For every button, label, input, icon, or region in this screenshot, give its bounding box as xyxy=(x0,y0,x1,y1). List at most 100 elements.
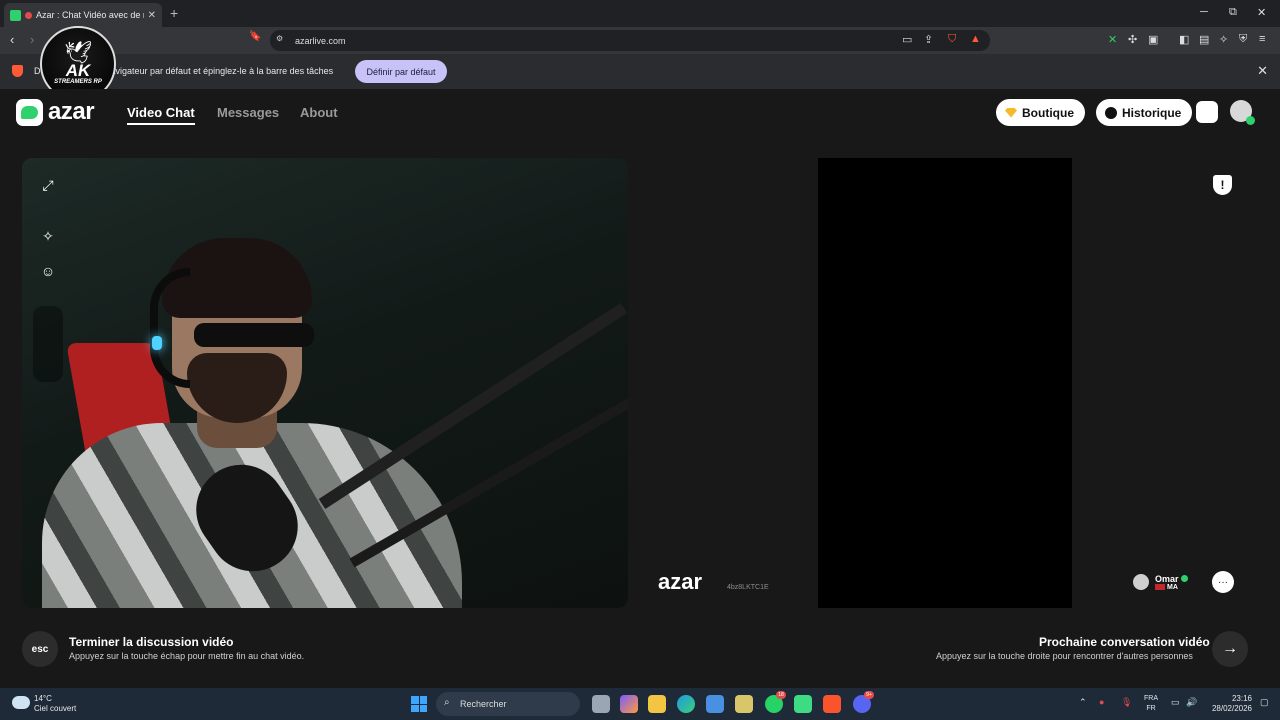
wallet-icon[interactable]: ▤ xyxy=(1199,33,1209,46)
windows-start-icon[interactable] xyxy=(411,696,427,712)
tab-title: Azar : Chat Vidéo avec de no xyxy=(36,10,144,20)
brave-shield-icon[interactable]: ⛉ xyxy=(948,33,956,46)
verified-icon xyxy=(1180,574,1188,582)
temperature: 14°C xyxy=(34,694,52,703)
url-text: azarlive.com xyxy=(295,35,346,46)
store-icon[interactable] xyxy=(706,695,724,713)
brave-rewards-icon[interactable]: ▲ xyxy=(970,33,981,45)
eagle-icon: 🕊 xyxy=(64,40,92,65)
copilot-icon[interactable] xyxy=(620,695,638,713)
language-indicator[interactable]: FRA FR xyxy=(1144,694,1158,714)
session-id: 4bz8LKTC1E xyxy=(727,584,769,591)
brave-browser-icon[interactable] xyxy=(823,695,841,713)
forward-arrow-icon[interactable]: › xyxy=(30,32,34,47)
leo-ai-icon[interactable]: ✧ xyxy=(1219,33,1228,46)
clock-date: 28/02/2026 xyxy=(1211,704,1252,713)
extensions-puzzle-icon[interactable]: ✣ xyxy=(1128,33,1137,46)
azar-logo-icon[interactable] xyxy=(16,99,43,126)
extension-icon[interactable]: ✕ xyxy=(1108,33,1117,46)
browser-tab-strip: Azar : Chat Vidéo avec de no ✕ + ─ ⧉ ✕ xyxy=(0,0,1280,27)
brave-logo-icon xyxy=(12,65,23,77)
clock-time: 23:16 xyxy=(1231,694,1252,703)
windows-taskbar: 14°C Ciel couvert ⌕ Rechercher 18 9+ ⌃ ●… xyxy=(0,688,1280,720)
back-arrow-icon[interactable]: ‹ xyxy=(10,32,14,47)
online-status-icon xyxy=(1246,116,1255,125)
esc-key-button[interactable]: esc xyxy=(22,631,58,667)
whatsapp-badge: 18 xyxy=(776,691,786,699)
default-browser-banner: Dme navigateur par défaut et épinglez-le… xyxy=(0,54,1280,89)
site-info-icon[interactable]: ⚙ xyxy=(276,34,283,43)
minimize-button[interactable]: ─ xyxy=(1200,6,1208,18)
azar-watermark: azar xyxy=(658,569,703,594)
face-filter-icon[interactable]: ☺ xyxy=(33,256,63,286)
nav-video-chat[interactable]: Video Chat xyxy=(127,105,195,125)
next-chat-button[interactable]: → xyxy=(1212,631,1248,667)
taskbar-search[interactable]: ⌕ Rechercher xyxy=(436,692,580,716)
cloud-icon[interactable] xyxy=(12,696,30,709)
microphone-icon[interactable]: 🎙 xyxy=(1121,697,1132,708)
cast-icon[interactable]: ▭ xyxy=(902,33,912,46)
end-chat-title: Terminer la discussion vidéo xyxy=(69,635,234,649)
menu-icon[interactable]: ≡ xyxy=(1259,33,1265,45)
tray-overflow-icon[interactable]: ⌃ xyxy=(1079,697,1087,708)
video-tools xyxy=(33,306,63,382)
profile-avatar[interactable] xyxy=(1230,100,1255,125)
network-icon[interactable]: ▭ xyxy=(1171,697,1180,708)
recording-indicator-icon xyxy=(25,11,32,19)
notification-icon[interactable]: ▢ xyxy=(1260,697,1269,708)
clock-icon xyxy=(1105,106,1117,119)
tray-app-icon[interactable]: ● xyxy=(1099,697,1104,707)
effects-wand-icon[interactable]: ✧ xyxy=(33,221,63,251)
share-icon[interactable]: ⇪ xyxy=(924,33,933,46)
reader-icon[interactable]: ▣ xyxy=(1148,33,1158,46)
local-video xyxy=(22,158,628,608)
peer-avatar xyxy=(1133,574,1149,590)
task-view-icon[interactable] xyxy=(592,695,610,713)
vpn-icon[interactable]: ⛨ xyxy=(1239,33,1247,46)
peer-country: MA xyxy=(1167,583,1178,591)
nav-about[interactable]: About xyxy=(300,105,338,120)
edge-icon[interactable] xyxy=(677,695,695,713)
search-label: Rechercher xyxy=(460,699,507,709)
azar-logo-text[interactable]: azar xyxy=(48,98,95,126)
tab-close-button[interactable]: ✕ xyxy=(148,10,156,21)
shop-button[interactable]: Boutique xyxy=(996,99,1085,126)
peer-name: Omar xyxy=(1155,573,1179,584)
discord-badge: 9+ xyxy=(864,691,874,699)
morocco-flag-icon xyxy=(1155,584,1165,590)
remote-video xyxy=(818,158,1072,608)
azar-site: azar Video Chat Messages About Boutique … xyxy=(0,89,1280,688)
bookmark-icon[interactable]: 🔖 xyxy=(249,31,261,42)
maximize-button[interactable]: ⧉ xyxy=(1229,6,1237,19)
azar-favicon-icon xyxy=(10,9,21,21)
next-chat-subtitle: Appuyez sur la touche droite pour rencon… xyxy=(936,651,1193,661)
end-chat-subtitle: Appuyez sur la touche échap pour mettre … xyxy=(69,651,305,661)
app-icon[interactable] xyxy=(735,695,753,713)
shop-label: Boutique xyxy=(1022,105,1074,120)
new-tab-button[interactable]: + xyxy=(170,5,178,21)
browser-tab[interactable]: Azar : Chat Vidéo avec de no ✕ xyxy=(4,3,162,27)
next-chat-title: Prochaine conversation vidéo xyxy=(1039,635,1210,649)
history-button[interactable]: Historique xyxy=(1096,99,1193,126)
peer-info[interactable]: Omar MA xyxy=(1133,569,1188,595)
system-clock[interactable]: 23:16 28/02/2026 xyxy=(1206,694,1252,714)
overlay-logo-name: AK xyxy=(65,61,91,80)
window-close-button[interactable]: ✕ xyxy=(1257,6,1266,19)
nav-messages[interactable]: Messages xyxy=(217,105,279,120)
file-explorer-icon[interactable] xyxy=(648,695,666,713)
overlay-logo-sub: STREAMERS RP xyxy=(54,79,102,85)
expand-icon[interactable]: ⤢ xyxy=(33,170,63,200)
android-app-icon[interactable] xyxy=(794,695,812,713)
search-icon: ⌕ xyxy=(444,697,450,708)
chat-bubble-icon[interactable]: ··· xyxy=(1212,571,1234,593)
report-shield-icon[interactable]: ! xyxy=(1213,175,1232,195)
address-bar-row: ‹ › 🔖 azarlive.com ⚙ ▭ ⇪ ⛉ ▲ ✕ ✣ ▣ ◧ ▤ ✧… xyxy=(0,27,1280,54)
banner-close-button[interactable]: ✕ xyxy=(1257,63,1268,79)
set-default-button[interactable]: Définir par défaut xyxy=(355,60,447,83)
inbox-icon[interactable] xyxy=(1196,101,1218,123)
weather-widget[interactable]: 14°C Ciel couvert xyxy=(34,694,76,714)
address-bar[interactable]: azarlive.com xyxy=(270,30,990,51)
sidebar-icon[interactable]: ◧ xyxy=(1179,33,1189,46)
volume-icon[interactable]: 🔊 xyxy=(1186,697,1197,708)
weather-condition: Ciel couvert xyxy=(34,704,77,713)
